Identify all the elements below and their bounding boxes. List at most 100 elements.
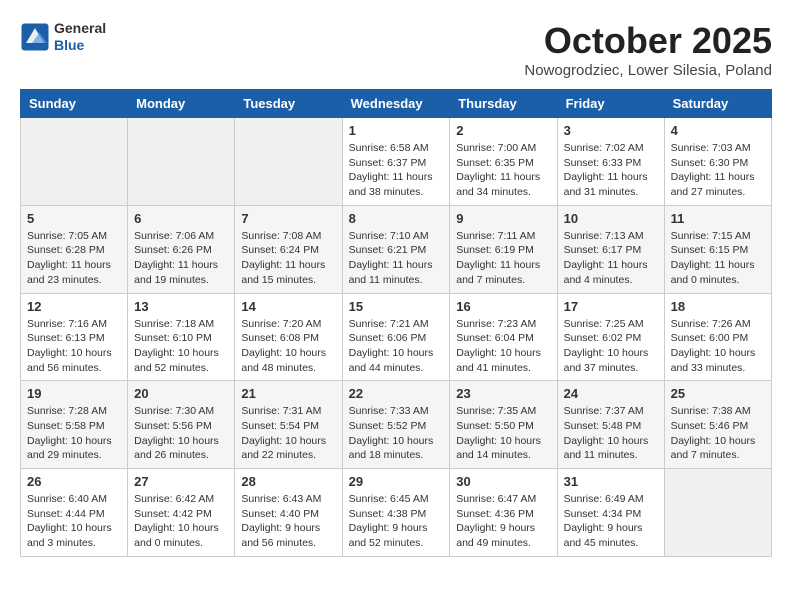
day-number: 12 [27,299,121,314]
calendar-cell: 13 Sunrise: 7:18 AM Sunset: 6:10 PM Dayli… [128,293,235,381]
day-number: 9 [456,211,550,226]
calendar-cell: 30Sunrise: 6:47 AM Sunset: 4:36 PM Dayli… [450,469,557,557]
day-number: 24 [564,386,658,401]
calendar-cell: 18 Sunrise: 7:26 AM Sunset: 6:00 PM Dayli… [664,293,771,381]
calendar-cell [128,118,235,206]
calendar-cell: 14 Sunrise: 7:20 AM Sunset: 6:08 PM Dayli… [235,293,342,381]
logo-text: General Blue [54,20,106,54]
day-content: Sunrise: 7:18 AM Sunset: 6:10 PM Dayligh… [134,317,228,376]
calendar-cell: 9 Sunrise: 7:11 AM Sunset: 6:19 PM Daylig… [450,205,557,293]
calendar-cell: 27 Sunrise: 6:42 AM Sunset: 4:42 PM Dayli… [128,469,235,557]
day-number: 1 [349,123,444,138]
day-content: Sunrise: 7:03 AM Sunset: 6:30 PM Dayligh… [671,141,765,200]
calendar-cell: 3 Sunrise: 7:02 AM Sunset: 6:33 PM Daylig… [557,118,664,206]
day-number: 29 [349,474,444,489]
day-content: Sunrise: 7:37 AM Sunset: 5:48 PM Dayligh… [564,404,658,463]
calendar-cell: 5 Sunrise: 7:05 AM Sunset: 6:28 PM Daylig… [21,205,128,293]
day-content: Sunrise: 7:30 AM Sunset: 5:56 PM Dayligh… [134,404,228,463]
day-content: Sunrise: 7:13 AM Sunset: 6:17 PM Dayligh… [564,229,658,288]
day-content: Sunrise: 7:26 AM Sunset: 6:00 PM Dayligh… [671,317,765,376]
day-content: Sunrise: 7:06 AM Sunset: 6:26 PM Dayligh… [134,229,228,288]
day-number: 3 [564,123,658,138]
day-content: Sunrise: 6:49 AM Sunset: 4:34 PM Dayligh… [564,492,658,551]
day-number: 16 [456,299,550,314]
day-content: Sunrise: 7:00 AM Sunset: 6:35 PM Dayligh… [456,141,550,200]
day-number: 26 [27,474,121,489]
day-number: 22 [349,386,444,401]
day-number: 18 [671,299,765,314]
calendar-cell: 26 Sunrise: 6:40 AM Sunset: 4:44 PM Dayli… [21,469,128,557]
calendar-cell: 22 Sunrise: 7:33 AM Sunset: 5:52 PM Dayli… [342,381,450,469]
calendar-cell: 25 Sunrise: 7:38 AM Sunset: 5:46 PM Dayli… [664,381,771,469]
day-content: Sunrise: 7:38 AM Sunset: 5:46 PM Dayligh… [671,404,765,463]
day-number: 2 [456,123,550,138]
day-content: Sunrise: 6:40 AM Sunset: 4:44 PM Dayligh… [27,492,121,551]
day-content: Sunrise: 6:58 AM Sunset: 6:37 PM Dayligh… [349,141,444,200]
calendar-week-row: 26 Sunrise: 6:40 AM Sunset: 4:44 PM Dayli… [21,469,772,557]
day-number: 4 [671,123,765,138]
day-number: 8 [349,211,444,226]
title-block: October 2025 Nowogrodziec, Lower Silesia… [524,20,772,79]
day-content: Sunrise: 7:15 AM Sunset: 6:15 PM Dayligh… [671,229,765,288]
calendar-cell: 12Sunrise: 7:16 AM Sunset: 6:13 PM Dayli… [21,293,128,381]
day-of-week-header: Tuesday [235,90,342,118]
location-subtitle: Nowogrodziec, Lower Silesia, Poland [524,62,772,79]
calendar-week-row: 5 Sunrise: 7:05 AM Sunset: 6:28 PM Daylig… [21,205,772,293]
day-content: Sunrise: 6:47 AM Sunset: 4:36 PM Dayligh… [456,492,550,551]
day-of-week-header: Sunday [21,90,128,118]
calendar-week-row: 12Sunrise: 7:16 AM Sunset: 6:13 PM Dayli… [21,293,772,381]
calendar-cell: 31 Sunrise: 6:49 AM Sunset: 4:34 PM Dayli… [557,469,664,557]
day-content: Sunrise: 6:43 AM Sunset: 4:40 PM Dayligh… [241,492,335,551]
calendar-cell: 6Sunrise: 7:06 AM Sunset: 6:26 PM Daylig… [128,205,235,293]
day-number: 19 [27,386,121,401]
day-content: Sunrise: 7:28 AM Sunset: 5:58 PM Dayligh… [27,404,121,463]
calendar-cell: 20Sunrise: 7:30 AM Sunset: 5:56 PM Dayli… [128,381,235,469]
day-content: Sunrise: 7:10 AM Sunset: 6:21 PM Dayligh… [349,229,444,288]
calendar-header-row: SundayMondayTuesdayWednesdayThursdayFrid… [21,90,772,118]
page-header: General Blue October 2025 Nowogrodziec, … [20,20,772,79]
day-number: 13 [134,299,228,314]
calendar-cell: 4 Sunrise: 7:03 AM Sunset: 6:30 PM Daylig… [664,118,771,206]
calendar-cell: 15 Sunrise: 7:21 AM Sunset: 6:06 PM Dayli… [342,293,450,381]
logo-blue-text: Blue [54,37,106,54]
day-content: Sunrise: 7:02 AM Sunset: 6:33 PM Dayligh… [564,141,658,200]
day-content: Sunrise: 6:45 AM Sunset: 4:38 PM Dayligh… [349,492,444,551]
day-number: 14 [241,299,335,314]
day-content: Sunrise: 7:23 AM Sunset: 6:04 PM Dayligh… [456,317,550,376]
calendar-cell: 11Sunrise: 7:15 AM Sunset: 6:15 PM Dayli… [664,205,771,293]
day-number: 15 [349,299,444,314]
day-number: 23 [456,386,550,401]
day-number: 21 [241,386,335,401]
calendar-cell: 8 Sunrise: 7:10 AM Sunset: 6:21 PM Daylig… [342,205,450,293]
day-of-week-header: Friday [557,90,664,118]
day-number: 28 [241,474,335,489]
day-number: 17 [564,299,658,314]
calendar-cell: 28 Sunrise: 6:43 AM Sunset: 4:40 PM Dayli… [235,469,342,557]
logo-icon [20,22,50,52]
calendar-cell: 17Sunrise: 7:25 AM Sunset: 6:02 PM Dayli… [557,293,664,381]
day-of-week-header: Saturday [664,90,771,118]
day-content: Sunrise: 7:33 AM Sunset: 5:52 PM Dayligh… [349,404,444,463]
day-content: Sunrise: 7:35 AM Sunset: 5:50 PM Dayligh… [456,404,550,463]
day-content: Sunrise: 6:42 AM Sunset: 4:42 PM Dayligh… [134,492,228,551]
calendar-cell: 19 Sunrise: 7:28 AM Sunset: 5:58 PM Dayli… [21,381,128,469]
day-content: Sunrise: 7:08 AM Sunset: 6:24 PM Dayligh… [241,229,335,288]
calendar-cell: 16 Sunrise: 7:23 AM Sunset: 6:04 PM Dayli… [450,293,557,381]
day-content: Sunrise: 7:20 AM Sunset: 6:08 PM Dayligh… [241,317,335,376]
day-number: 5 [27,211,121,226]
calendar-cell: 23 Sunrise: 7:35 AM Sunset: 5:50 PM Dayli… [450,381,557,469]
calendar-cell: 24 Sunrise: 7:37 AM Sunset: 5:48 PM Dayli… [557,381,664,469]
day-content: Sunrise: 7:11 AM Sunset: 6:19 PM Dayligh… [456,229,550,288]
calendar-cell: 21Sunrise: 7:31 AM Sunset: 5:54 PM Dayli… [235,381,342,469]
calendar-cell [21,118,128,206]
calendar-cell: 2 Sunrise: 7:00 AM Sunset: 6:35 PM Daylig… [450,118,557,206]
day-number: 27 [134,474,228,489]
day-of-week-header: Monday [128,90,235,118]
calendar-cell: 29 Sunrise: 6:45 AM Sunset: 4:38 PM Dayli… [342,469,450,557]
day-of-week-header: Wednesday [342,90,450,118]
day-number: 25 [671,386,765,401]
day-number: 31 [564,474,658,489]
day-content: Sunrise: 7:05 AM Sunset: 6:28 PM Dayligh… [27,229,121,288]
logo: General Blue [20,20,106,54]
day-content: Sunrise: 7:21 AM Sunset: 6:06 PM Dayligh… [349,317,444,376]
